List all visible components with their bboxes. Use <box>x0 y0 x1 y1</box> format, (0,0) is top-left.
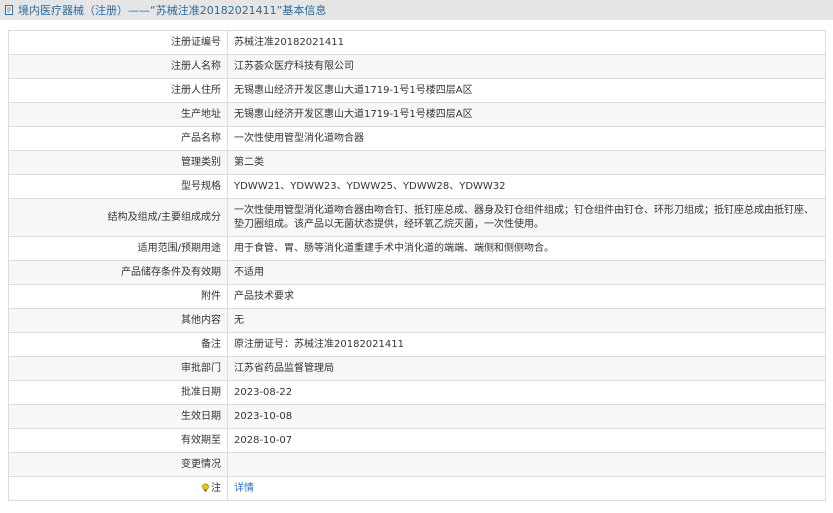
table-row: 注册人住所 无锡惠山经济开发区惠山大道1719-1号1号楼四层A区 <box>8 78 826 103</box>
document-icon <box>4 4 15 16</box>
field-value: 产品技术要求 <box>227 284 826 309</box>
field-value: 一次性使用管型消化道吻合器由吻合钉、抵钉座总成、器身及钉仓组件组成；钉仓组件由钉… <box>227 198 826 237</box>
field-value: 一次性使用管型消化道吻合器 <box>227 126 826 151</box>
field-label: 变更情况 <box>8 452 228 477</box>
table-row: 附件 产品技术要求 <box>8 284 826 309</box>
note-label-cell: 注 <box>8 476 228 501</box>
table-row: 批准日期 2023-08-22 <box>8 380 826 405</box>
table-row-note: 注 详情 <box>8 476 826 501</box>
field-value: 2028-10-07 <box>227 428 826 453</box>
table-row: 产品名称 一次性使用管型消化道吻合器 <box>8 126 826 151</box>
page-title: 境内医疗器械（注册）——“苏械注准20182021411”基本信息 <box>18 4 327 17</box>
field-value: YDWW21、YDWW23、YDWW25、YDWW28、YDWW32 <box>227 174 826 199</box>
field-label: 管理类别 <box>8 150 228 175</box>
table-row: 适用范围/预期用途 用于食管、胃、肠等消化道重建手术中消化道的端端、端侧和侧侧吻合… <box>8 236 826 261</box>
field-label: 产品名称 <box>8 126 228 151</box>
table-row: 结构及组成/主要组成成分 一次性使用管型消化道吻合器由吻合钉、抵钉座总成、器身及钉… <box>8 198 826 237</box>
field-value: 无锡惠山经济开发区惠山大道1719-1号1号楼四层A区 <box>227 78 826 103</box>
field-label: 注册人住所 <box>8 78 228 103</box>
field-label: 结构及组成/主要组成成分 <box>8 198 228 237</box>
table-row: 型号规格 YDWW21、YDWW23、YDWW25、YDWW28、YDWW32 <box>8 174 826 199</box>
table-row: 管理类别 第二类 <box>8 150 826 175</box>
info-bulb-icon <box>201 482 210 492</box>
field-label: 适用范围/预期用途 <box>8 236 228 261</box>
field-label: 注册证编号 <box>8 30 228 55</box>
table-row: 其他内容无 <box>8 308 826 333</box>
field-value: 用于食管、胃、肠等消化道重建手术中消化道的端端、端侧和侧侧吻合。 <box>227 236 826 261</box>
page-header: 境内医疗器械（注册）——“苏械注准20182021411”基本信息 <box>0 0 833 20</box>
field-label: 产品储存条件及有效期 <box>8 260 228 285</box>
table-row: 产品储存条件及有效期 不适用 <box>8 260 826 285</box>
field-label: 审批部门 <box>8 356 228 381</box>
note-label: 注 <box>211 482 221 494</box>
field-value: 江苏荟众医疗科技有限公司 <box>227 54 826 79</box>
field-label: 附件 <box>8 284 228 309</box>
field-value: 第二类 <box>227 150 826 175</box>
field-value: 无锡惠山经济开发区惠山大道1719-1号1号楼四层A区 <box>227 102 826 127</box>
field-label: 有效期至 <box>8 428 228 453</box>
field-value <box>227 452 826 477</box>
field-label: 注册人名称 <box>8 54 228 79</box>
info-table: 注册证编号 苏械注准20182021411 注册人名称 江苏荟众医疗科技有限公司 注册人… <box>8 30 826 501</box>
field-value: 2023-10-08 <box>227 404 826 429</box>
field-label: 生效日期 <box>8 404 228 429</box>
field-value: 原注册证号：苏械注准20182021411 <box>227 332 826 357</box>
table-row: 生产地址 无锡惠山经济开发区惠山大道1719-1号1号楼四层A区 <box>8 102 826 127</box>
table-row: 注册人名称 江苏荟众医疗科技有限公司 <box>8 54 826 79</box>
table-row: 备注 原注册证号：苏械注准20182021411 <box>8 332 826 357</box>
table-row: 有效期至 2028-10-07 <box>8 428 826 453</box>
field-value: 苏械注准20182021411 <box>227 30 826 55</box>
field-value: 无 <box>227 308 826 333</box>
field-value: 2023-08-22 <box>227 380 826 405</box>
field-value: 江苏省药品监督管理局 <box>227 356 826 381</box>
field-label: 批准日期 <box>8 380 228 405</box>
field-label: 备注 <box>8 332 228 357</box>
field-value: 不适用 <box>227 260 826 285</box>
table-row: 注册证编号 苏械注准20182021411 <box>8 30 826 55</box>
details-link[interactable]: 详情 <box>234 483 254 494</box>
table-row: 生效日期 2023-10-08 <box>8 404 826 429</box>
field-label: 其他内容 <box>8 308 228 333</box>
table-row: 变更情况 <box>8 452 826 477</box>
field-label: 型号规格 <box>8 174 228 199</box>
note-value-cell: 详情 <box>227 476 826 501</box>
table-row: 审批部门 江苏省药品监督管理局 <box>8 356 826 381</box>
field-label: 生产地址 <box>8 102 228 127</box>
